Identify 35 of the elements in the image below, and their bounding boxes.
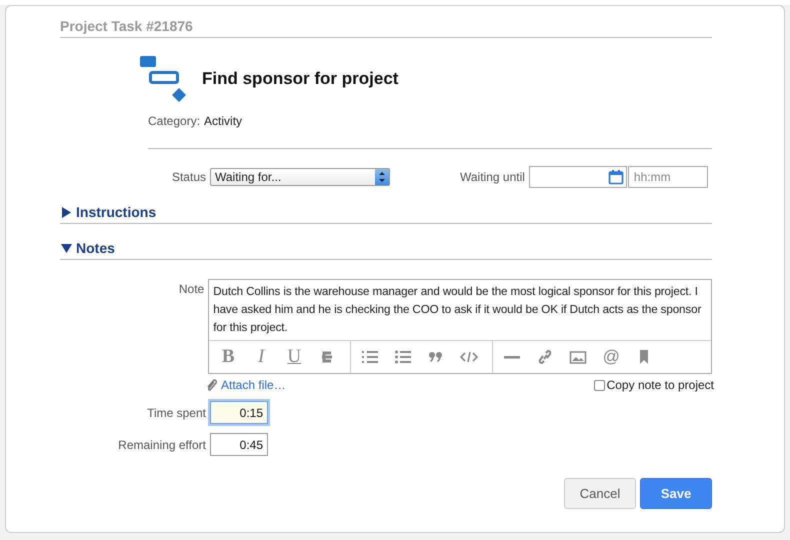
duration-field[interactable]: 0:15 bbox=[210, 401, 268, 424]
bullet-list-icon[interactable] bbox=[394, 348, 412, 366]
status-label: Status bbox=[170, 170, 207, 184]
triangle-down-icon bbox=[61, 242, 72, 254]
time-field-label: Time spent bbox=[146, 406, 207, 420]
underline-button[interactable]: U bbox=[285, 346, 304, 368]
task-name: Find sponsor for project bbox=[202, 69, 398, 89]
section-toggle[interactable]: Notes bbox=[60, 224, 712, 260]
cancel-button[interactable]: Cancel bbox=[564, 478, 636, 509]
process-diagram-icon bbox=[138, 54, 188, 104]
note-editor[interactable] bbox=[208, 279, 712, 374]
category-value: Activity bbox=[204, 114, 242, 128]
page-title: Project Task #21876 bbox=[60, 18, 712, 38]
italic-button[interactable]: I bbox=[252, 346, 270, 368]
paperclip-icon bbox=[206, 378, 218, 392]
save-button[interactable]: Save bbox=[640, 478, 712, 509]
copy-note-label: Copy note to project bbox=[606, 378, 714, 392]
date-field[interactable] bbox=[528, 166, 627, 188]
stepper-arrows-icon[interactable] bbox=[375, 169, 389, 185]
time-field[interactable]: hh:mm bbox=[628, 166, 708, 188]
calendar-icon[interactable] bbox=[608, 169, 624, 185]
duration-field[interactable]: 0:45 bbox=[210, 433, 268, 456]
status-dropdown[interactable]: Waiting for... bbox=[210, 168, 390, 186]
note-text[interactable]: Dutch Collins is the warehouse manager and would be the most logical sponsor for this project. I have asked him and he is checking the COO to ask if it would be OK if Dutch acts as the sponsor for this project. bbox=[209, 280, 711, 340]
attach-file-link[interactable]: Attach file… bbox=[221, 378, 286, 392]
section-toggle[interactable]: Instructions bbox=[60, 188, 712, 224]
copy-note-checkbox[interactable] bbox=[594, 380, 605, 390]
category-label: Category: bbox=[148, 114, 200, 128]
mention-button[interactable]: @ bbox=[602, 347, 620, 367]
triangle-right-icon bbox=[61, 206, 72, 218]
numbered-list-icon[interactable] bbox=[361, 348, 380, 366]
note-label: Note bbox=[178, 281, 206, 296]
bold-button[interactable]: B bbox=[219, 346, 238, 368]
time-field-label: Remaining effort bbox=[117, 438, 207, 452]
waiting-until-label: Waiting until bbox=[460, 170, 526, 184]
